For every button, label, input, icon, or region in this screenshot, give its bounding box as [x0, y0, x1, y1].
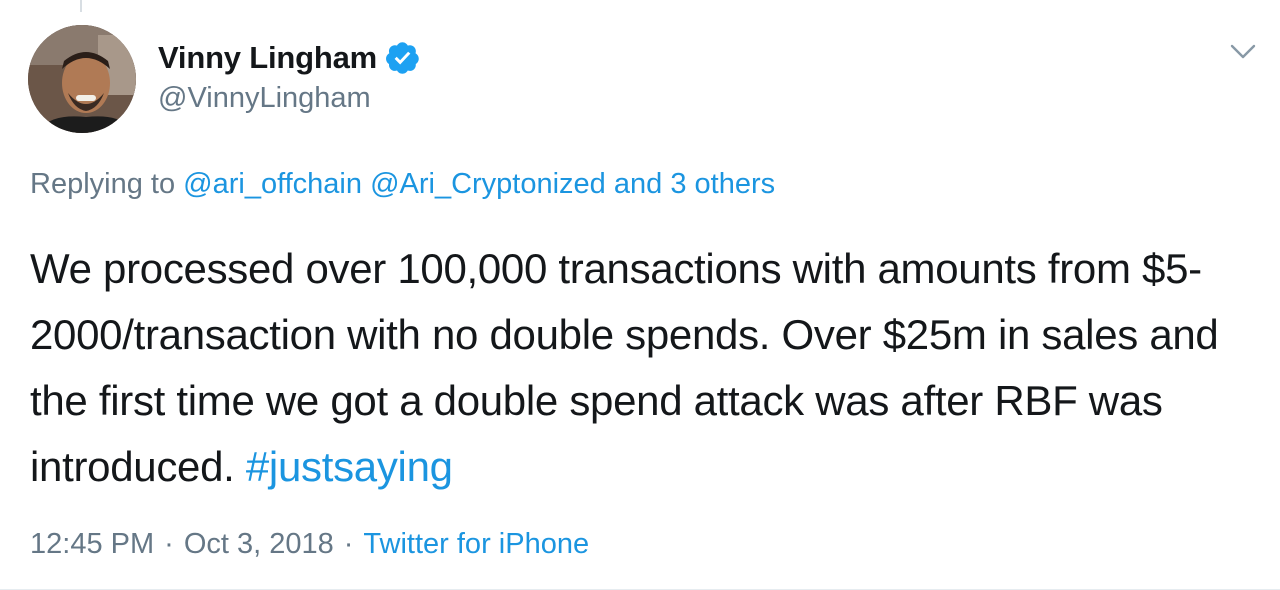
avatar[interactable]	[28, 25, 136, 133]
tweet-date[interactable]: Oct 3, 2018	[184, 528, 334, 560]
tweet-card: Vinny Lingham @VinnyLingham Replying to …	[0, 0, 1280, 590]
tweet-time[interactable]: 12:45 PM	[30, 528, 154, 560]
hashtag-link[interactable]: #justsaying	[246, 443, 453, 490]
verified-badge-icon	[385, 40, 421, 76]
chevron-down-icon[interactable]	[1228, 40, 1258, 62]
mention-link[interactable]: @Ari_Cryptonized	[370, 168, 606, 200]
author-block: Vinny Lingham @VinnyLingham	[158, 38, 421, 115]
user-handle[interactable]: @VinnyLingham	[158, 82, 421, 115]
meta-separator: ·	[164, 528, 174, 560]
meta-separator: ·	[343, 528, 354, 560]
thread-connector	[80, 0, 82, 12]
tweet-body: We processed over 100,000 transactions w…	[30, 245, 1219, 490]
display-name[interactable]: Vinny Lingham	[158, 40, 377, 76]
reply-context: Replying to @ari_offchain @Ari_Cryptoniz…	[30, 168, 775, 201]
tweet-meta: 12:45 PM · Oct 3, 2018 · Twitter for iPhone	[30, 528, 589, 561]
others-link[interactable]: and 3 others	[614, 168, 775, 200]
tweet-text: We processed over 100,000 transactions w…	[30, 236, 1265, 500]
mention-link[interactable]: @ari_offchain	[183, 168, 362, 200]
tweet-source-link[interactable]: Twitter for iPhone	[363, 528, 589, 560]
name-row: Vinny Lingham	[158, 38, 421, 78]
replying-to-label: Replying to	[30, 168, 184, 200]
